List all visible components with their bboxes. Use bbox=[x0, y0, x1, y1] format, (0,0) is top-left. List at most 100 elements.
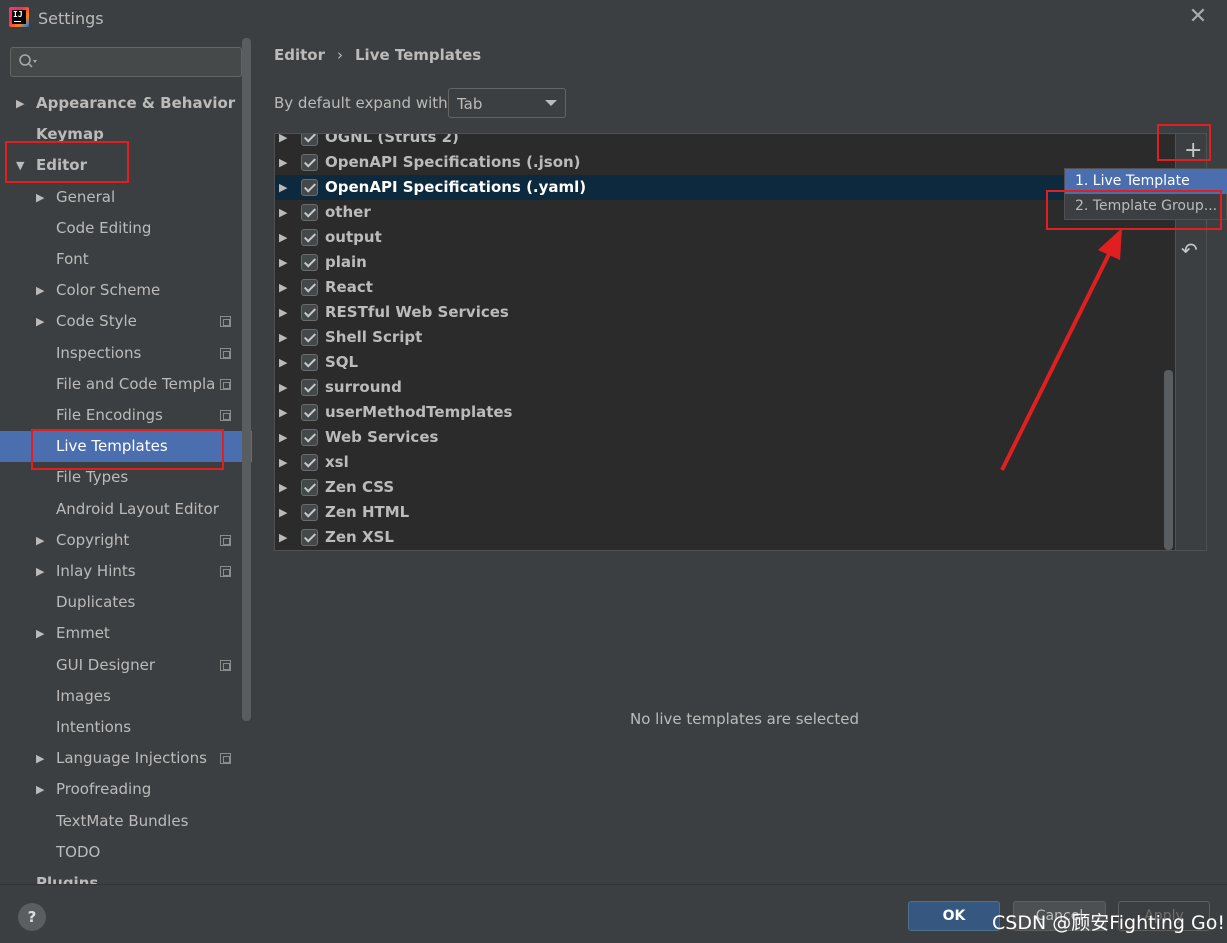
template-group-name: OGNL (Struts 2) bbox=[325, 133, 459, 146]
expand-select[interactable]: Tab bbox=[448, 88, 566, 118]
collapsed-arrow-icon[interactable]: ▶ bbox=[36, 525, 44, 556]
sidebar-item[interactable]: ▶ Color Scheme bbox=[0, 275, 252, 306]
collapsed-arrow-icon[interactable]: ▶ bbox=[36, 774, 44, 805]
sidebar-item-label: Emmet bbox=[56, 624, 110, 642]
group-enabled-checkbox[interactable] bbox=[301, 479, 318, 496]
template-group-row[interactable]: ▶ OpenAPI Specifications (.yaml) bbox=[275, 175, 1175, 200]
collapsed-arrow-icon[interactable]: ▶ bbox=[279, 275, 287, 300]
collapsed-arrow-icon[interactable]: ▶ bbox=[279, 400, 287, 425]
collapsed-arrow-icon[interactable]: ▶ bbox=[36, 618, 44, 649]
list-scrollbar[interactable] bbox=[1164, 370, 1173, 550]
group-enabled-checkbox[interactable] bbox=[301, 134, 318, 146]
sidebar-item[interactable]: ▶ Proofreading bbox=[0, 774, 252, 805]
sidebar-item-label: Proofreading bbox=[56, 780, 152, 798]
template-group-name: React bbox=[325, 278, 373, 296]
group-enabled-checkbox[interactable] bbox=[301, 429, 318, 446]
template-group-row[interactable]: ▶ OGNL (Struts 2) bbox=[275, 133, 1175, 150]
group-enabled-checkbox[interactable] bbox=[301, 454, 318, 471]
collapsed-arrow-icon[interactable]: ▶ bbox=[279, 225, 287, 250]
group-enabled-checkbox[interactable] bbox=[301, 279, 318, 296]
collapsed-arrow-icon[interactable]: ▶ bbox=[36, 306, 44, 337]
collapsed-arrow-icon[interactable]: ▶ bbox=[279, 425, 287, 450]
sidebar-item-label: Code Style bbox=[56, 312, 137, 330]
sidebar-item[interactable]: ▶ Language Injections bbox=[0, 743, 252, 774]
sidebar-item[interactable]: ▶ Inlay Hints bbox=[0, 556, 252, 587]
sidebar-scrollbar[interactable] bbox=[242, 38, 251, 721]
template-group-name: surround bbox=[325, 378, 402, 396]
group-enabled-checkbox[interactable] bbox=[301, 229, 318, 246]
sidebar-item-label: Duplicates bbox=[56, 593, 136, 611]
group-enabled-checkbox[interactable] bbox=[301, 304, 318, 321]
sidebar-item-label: Copyright bbox=[56, 531, 130, 549]
sidebar-item[interactable]: Font bbox=[0, 244, 252, 275]
sidebar-item[interactable]: ▶ Copyright bbox=[0, 525, 252, 556]
sidebar-item[interactable]: Android Layout Editor bbox=[0, 494, 252, 525]
sidebar-item[interactable]: ▶ General bbox=[0, 182, 252, 213]
sidebar-item-label: GUI Designer bbox=[56, 656, 155, 674]
sidebar-item[interactable]: Code Editing bbox=[0, 213, 252, 244]
collapsed-arrow-icon[interactable]: ▶ bbox=[279, 200, 287, 225]
sidebar-item[interactable]: File Encodings bbox=[0, 400, 252, 431]
sidebar-item[interactable]: ▶ Code Style bbox=[0, 306, 252, 337]
search-input[interactable] bbox=[10, 47, 242, 77]
empty-templates-message: No live templates are selected bbox=[630, 710, 860, 728]
sidebar-item[interactable]: File and Code Templa bbox=[0, 369, 252, 400]
title-bar: IJ Settings ✕ bbox=[0, 0, 1227, 38]
collapsed-arrow-icon[interactable]: ▶ bbox=[279, 175, 287, 200]
expand-label: By default expand with bbox=[274, 94, 448, 112]
collapsed-arrow-icon[interactable]: ▶ bbox=[279, 325, 287, 350]
sidebar-item[interactable]: Duplicates bbox=[0, 587, 252, 618]
group-enabled-checkbox[interactable] bbox=[301, 154, 318, 171]
group-enabled-checkbox[interactable] bbox=[301, 379, 318, 396]
collapsed-arrow-icon[interactable]: ▶ bbox=[279, 150, 287, 175]
close-icon[interactable]: ✕ bbox=[1187, 6, 1209, 28]
collapsed-arrow-icon[interactable]: ▶ bbox=[36, 182, 44, 213]
breadcrumb-root[interactable]: Editor bbox=[274, 46, 325, 64]
collapsed-arrow-icon[interactable]: ▶ bbox=[36, 743, 44, 774]
undo-icon[interactable]: ↶ bbox=[1181, 238, 1198, 262]
project-scope-icon bbox=[220, 379, 231, 390]
template-group-row[interactable]: ▶ Zen XSL bbox=[275, 525, 1175, 550]
collapsed-arrow-icon[interactable]: ▶ bbox=[36, 275, 44, 306]
collapsed-arrow-icon[interactable]: ▶ bbox=[279, 525, 287, 550]
project-scope-icon bbox=[220, 535, 231, 546]
sidebar-item[interactable]: Plugins bbox=[0, 868, 252, 884]
template-group-row[interactable]: ▶ Zen HTML bbox=[275, 500, 1175, 525]
sidebar-item[interactable]: Intentions bbox=[0, 712, 252, 743]
collapsed-arrow-icon[interactable]: ▶ bbox=[279, 350, 287, 375]
collapsed-arrow-icon[interactable]: ▶ bbox=[279, 450, 287, 475]
sidebar-item-label: Inspections bbox=[56, 344, 142, 362]
search-icon bbox=[19, 54, 37, 68]
collapsed-arrow-icon[interactable]: ▶ bbox=[279, 475, 287, 500]
sidebar-item[interactable]: ▶ Emmet bbox=[0, 618, 252, 649]
collapsed-arrow-icon[interactable]: ▶ bbox=[279, 375, 287, 400]
collapsed-arrow-icon[interactable]: ▶ bbox=[16, 88, 24, 119]
group-enabled-checkbox[interactable] bbox=[301, 404, 318, 421]
sidebar-item-label: Language Injections bbox=[56, 749, 207, 767]
group-enabled-checkbox[interactable] bbox=[301, 179, 318, 196]
sidebar-item[interactable]: TODO bbox=[0, 837, 252, 868]
sidebar-item[interactable]: TextMate Bundles bbox=[0, 806, 252, 837]
template-group-name: Shell Script bbox=[325, 328, 423, 346]
collapsed-arrow-icon[interactable]: ▶ bbox=[36, 556, 44, 587]
group-enabled-checkbox[interactable] bbox=[301, 254, 318, 271]
collapsed-arrow-icon[interactable]: ▶ bbox=[279, 500, 287, 525]
group-enabled-checkbox[interactable] bbox=[301, 354, 318, 371]
sidebar-item[interactable]: ▶ Appearance & Behavior bbox=[0, 88, 252, 119]
sidebar-item[interactable]: Images bbox=[0, 681, 252, 712]
sidebar-item-label: Appearance & Behavior bbox=[36, 94, 236, 112]
group-enabled-checkbox[interactable] bbox=[301, 204, 318, 221]
collapsed-arrow-icon[interactable]: ▶ bbox=[279, 300, 287, 325]
group-enabled-checkbox[interactable] bbox=[301, 529, 318, 546]
group-enabled-checkbox[interactable] bbox=[301, 329, 318, 346]
help-icon[interactable]: ? bbox=[18, 903, 46, 931]
group-enabled-checkbox[interactable] bbox=[301, 504, 318, 521]
collapsed-arrow-icon[interactable]: ▶ bbox=[279, 134, 287, 150]
sidebar-item[interactable]: GUI Designer bbox=[0, 650, 252, 681]
ok-button[interactable]: OK bbox=[908, 901, 1000, 931]
sidebar-item-label: File and Code Templa bbox=[56, 375, 216, 393]
collapsed-arrow-icon[interactable]: ▶ bbox=[279, 250, 287, 275]
sidebar-item[interactable]: Inspections bbox=[0, 338, 252, 369]
template-group-name: OpenAPI Specifications (.json) bbox=[325, 153, 581, 171]
template-group-row[interactable]: ▶ OpenAPI Specifications (.json) bbox=[275, 150, 1175, 175]
